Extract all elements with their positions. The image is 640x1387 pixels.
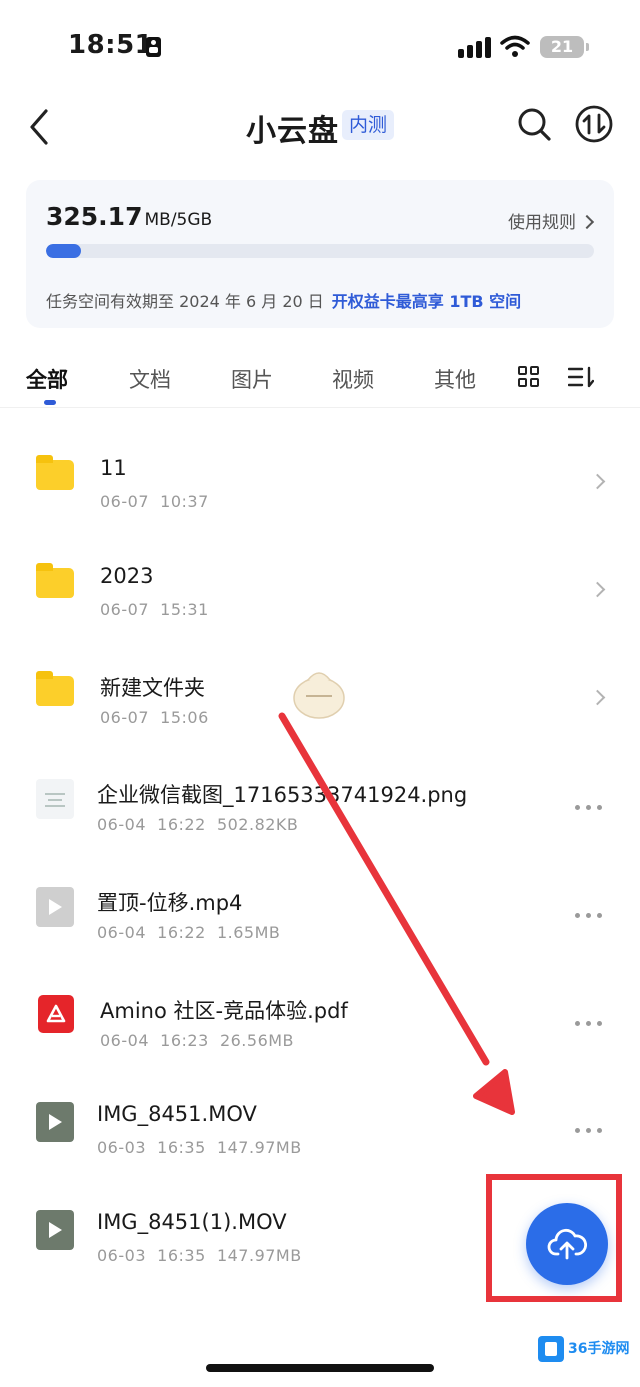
- grid-view-icon[interactable]: [518, 366, 540, 388]
- storage-progress-fill: [46, 244, 81, 258]
- signal-icon: [458, 36, 492, 58]
- status-time: 18:51: [68, 30, 154, 60]
- more-options-icon[interactable]: [572, 1021, 606, 1027]
- chevron-right-icon: [589, 581, 606, 598]
- more-options-icon[interactable]: [572, 1128, 606, 1134]
- storage-card: 325.17 MB/5GB 使用规则 任务空间有效期至 2024 年 6 月 20…: [26, 180, 614, 328]
- file-name: Amino 社区-竞品体验.pdf: [100, 999, 348, 1023]
- file-name: IMG_8451.MOV: [97, 1102, 257, 1126]
- sort-icon[interactable]: [568, 366, 594, 388]
- upload-button[interactable]: [526, 1203, 608, 1285]
- expiry-notice: 任务空间有效期至 2024 年 6 月 20 日开权益卡最高享 1TB 空间: [46, 288, 521, 312]
- expiry-text: 任务空间有效期至 2024 年 6 月 20 日: [46, 292, 324, 311]
- page-title: 小云盘: [246, 114, 339, 149]
- tab-other[interactable]: 其他: [434, 364, 476, 394]
- play-icon: [49, 1222, 62, 1238]
- chevron-right-icon: [589, 689, 606, 706]
- promo-link[interactable]: 开权益卡最高享 1TB 空间: [332, 292, 521, 311]
- tab-videos[interactable]: 视频: [332, 364, 374, 394]
- cloud-upload-icon: [547, 1228, 587, 1260]
- file-meta: 06-07 10:37: [100, 492, 209, 511]
- chevron-right-icon: [589, 473, 606, 490]
- file-name: 11: [100, 456, 127, 480]
- file-row[interactable]: 企业微信截图_17165333741924.png 06-04 16:22 50…: [0, 739, 640, 847]
- tab-all[interactable]: 全部: [26, 364, 68, 394]
- file-row[interactable]: Amino 社区-竞品体验.pdf 06-04 16:23 26.56MB: [0, 955, 640, 1063]
- site-logo-icon: [538, 1336, 564, 1362]
- file-name: 置顶-位移.mp4: [97, 891, 243, 915]
- more-options-icon[interactable]: [572, 805, 606, 811]
- nav-bar: 小云盘 内测: [0, 92, 640, 162]
- file-meta: 06-07 15:06: [100, 708, 209, 727]
- video-thumbnail: [36, 887, 74, 927]
- file-meta: 06-07 15:31: [100, 600, 209, 619]
- file-meta: 06-04 16:23 26.56MB: [100, 1031, 295, 1050]
- play-icon: [49, 1114, 62, 1130]
- site-watermark-logo: 36手游网: [538, 1334, 630, 1364]
- folder-icon: [36, 455, 74, 490]
- category-tabs: 全部 文档 图片 视频 其他: [0, 356, 640, 408]
- pdf-icon: [38, 995, 74, 1033]
- storage-used-unit: MB/5GB: [144, 210, 213, 230]
- file-name: 新建文件夹: [100, 676, 205, 700]
- contact-card-icon: [146, 37, 161, 57]
- video-thumbnail: [36, 1102, 74, 1142]
- file-meta: 06-04 16:22 1.65MB: [97, 923, 281, 942]
- tab-docs[interactable]: 文档: [129, 364, 171, 394]
- image-thumbnail: [36, 779, 74, 819]
- storage-progress-bar: [46, 244, 594, 258]
- more-options-icon[interactable]: [572, 913, 606, 919]
- folder-row[interactable]: 11 06-07 10:37: [0, 416, 640, 524]
- play-icon: [49, 899, 62, 915]
- file-name: IMG_8451(1).MOV: [97, 1210, 287, 1234]
- transfer-icon[interactable]: [574, 104, 614, 144]
- folder-icon: [36, 671, 74, 706]
- watermark-mascot-icon: [293, 672, 345, 719]
- beta-badge: 内测: [342, 110, 395, 140]
- battery-level: 21: [550, 37, 574, 56]
- tab-indicator: [44, 400, 56, 405]
- file-meta: 06-03 16:35 147.97MB: [97, 1138, 302, 1157]
- video-thumbnail: [36, 1210, 74, 1250]
- wifi-icon: [500, 35, 530, 57]
- storage-used-value: 325.17: [46, 202, 143, 231]
- storage-used: 325.17 MB/5GB: [46, 202, 212, 231]
- back-icon[interactable]: [26, 108, 56, 146]
- file-row[interactable]: IMG_8451.MOV 06-03 16:35 147.97MB: [0, 1062, 640, 1170]
- site-watermark-text: 36手游网: [568, 1341, 630, 1357]
- file-name: 企业微信截图_17165333741924.png: [97, 783, 468, 807]
- file-name: 2023: [100, 564, 154, 588]
- usage-rules-link[interactable]: 使用规则: [508, 208, 592, 233]
- tab-images[interactable]: 图片: [231, 364, 273, 394]
- status-bar: 18:51 21: [0, 0, 640, 92]
- folder-row[interactable]: 2023 06-07 15:31: [0, 524, 640, 632]
- file-row[interactable]: 置顶-位移.mp4 06-04 16:22 1.65MB: [0, 847, 640, 955]
- file-meta: 06-03 16:35 147.97MB: [97, 1246, 302, 1265]
- search-icon[interactable]: [516, 106, 552, 142]
- usage-rules-label: 使用规则: [508, 213, 576, 233]
- battery-icon: 21: [540, 36, 589, 58]
- file-meta: 06-04 16:22 502.82KB: [97, 815, 299, 834]
- home-indicator[interactable]: [206, 1364, 434, 1372]
- folder-icon: [36, 563, 74, 598]
